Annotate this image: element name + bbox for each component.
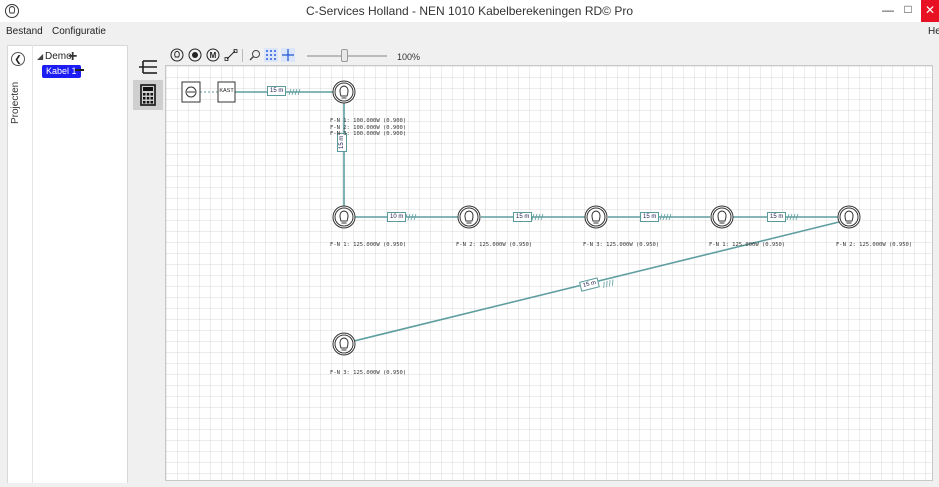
- cable-length-label[interactable]: 15 m: [267, 86, 287, 96]
- status-bar: [0, 483, 939, 487]
- network-topology-icon: [139, 60, 157, 74]
- zoom-value: 100%: [397, 52, 421, 62]
- tree-expand-arrow-icon[interactable]: ◢: [37, 52, 43, 61]
- close-button[interactable]: ✕: [921, 0, 939, 22]
- lamp-load-icon: [457, 205, 481, 229]
- toolbar-separator: [242, 49, 243, 62]
- crosshair-icon[interactable]: [281, 48, 295, 62]
- load-label: F-N 1: 125.000W (0.950): [330, 242, 407, 248]
- window-title: C-Services Holland - NEN 1010 Kabelberek…: [306, 4, 633, 18]
- load-label: F-N 1: 100.000W (0.900) F-N 2: 100.000W …: [330, 118, 406, 138]
- menu-help[interactable]: Help: [928, 26, 939, 37]
- distribution-box-label: KAST: [219, 88, 234, 94]
- supply-icon: [181, 81, 201, 103]
- svg-text:M: M: [210, 51, 217, 60]
- add-cable-plus-icon[interactable]: +: [68, 48, 77, 66]
- lamp-load-icon: [584, 205, 608, 229]
- lamp-icon[interactable]: [170, 48, 184, 62]
- cable-length-label[interactable]: 15 m: [640, 212, 660, 222]
- cable-length-label[interactable]: 10 m: [387, 212, 407, 222]
- record-icon[interactable]: [188, 48, 202, 62]
- calculation-view-button[interactable]: [133, 80, 163, 110]
- projects-tab[interactable]: Projecten: [6, 72, 30, 132]
- menu-configuratie[interactable]: Configuratie: [52, 26, 106, 37]
- zoom-slider-thumb[interactable]: [341, 49, 348, 62]
- menu-bar: Bestand Configuratie Help: [0, 25, 939, 41]
- cable-ticks-icon: [601, 279, 615, 289]
- load-label: F-N 2: 125.000W (0.950): [836, 242, 913, 248]
- lamp-load-icon: [710, 205, 734, 229]
- projects-tab-label: Projecten: [10, 81, 21, 124]
- motor-icon[interactable]: M: [206, 48, 220, 62]
- load-label: F-N 1: 125.000W (0.950): [709, 242, 786, 248]
- load-label: F-N 3: 125.000W (0.950): [583, 242, 660, 248]
- minimize-button[interactable]: —: [878, 0, 898, 22]
- remove-cable-minus-icon[interactable]: [75, 69, 84, 71]
- load-label-line: F-N 1: 100.000W (0.900): [330, 118, 407, 124]
- panel-divider: [32, 45, 33, 483]
- diagram-toolbar: M: [170, 48, 930, 64]
- chevron-left-icon: ❮: [14, 54, 22, 64]
- topology-view-button[interactable]: [133, 55, 163, 79]
- lamp-load-icon: [332, 205, 356, 229]
- zoom-icon[interactable]: [248, 48, 262, 62]
- menu-bestand[interactable]: Bestand: [6, 26, 43, 37]
- lamp-load-icon: [332, 332, 356, 356]
- tree-item-kabel-1[interactable]: Kabel 1: [42, 65, 81, 78]
- cable-tool-icon[interactable]: [224, 48, 238, 62]
- cable-length-label[interactable]: 15 m: [767, 212, 787, 222]
- grid-icon[interactable]: [264, 48, 278, 62]
- lamp-load-icon: [837, 205, 861, 229]
- load-label: F-N 3: 125.000W (0.950): [330, 370, 407, 376]
- diagram-drawing: [181, 80, 861, 356]
- maximize-button[interactable]: □: [898, 0, 918, 22]
- load-label-line: F-N 3: 100.000W (0.900): [330, 131, 407, 137]
- calculator-icon: [140, 84, 156, 106]
- collapse-panel-button[interactable]: ❮: [11, 52, 25, 66]
- load-label: F-N 2: 125.000W (0.950): [456, 242, 533, 248]
- cable-length-label[interactable]: 15 m: [513, 212, 533, 222]
- lamp-load-icon: [332, 80, 356, 104]
